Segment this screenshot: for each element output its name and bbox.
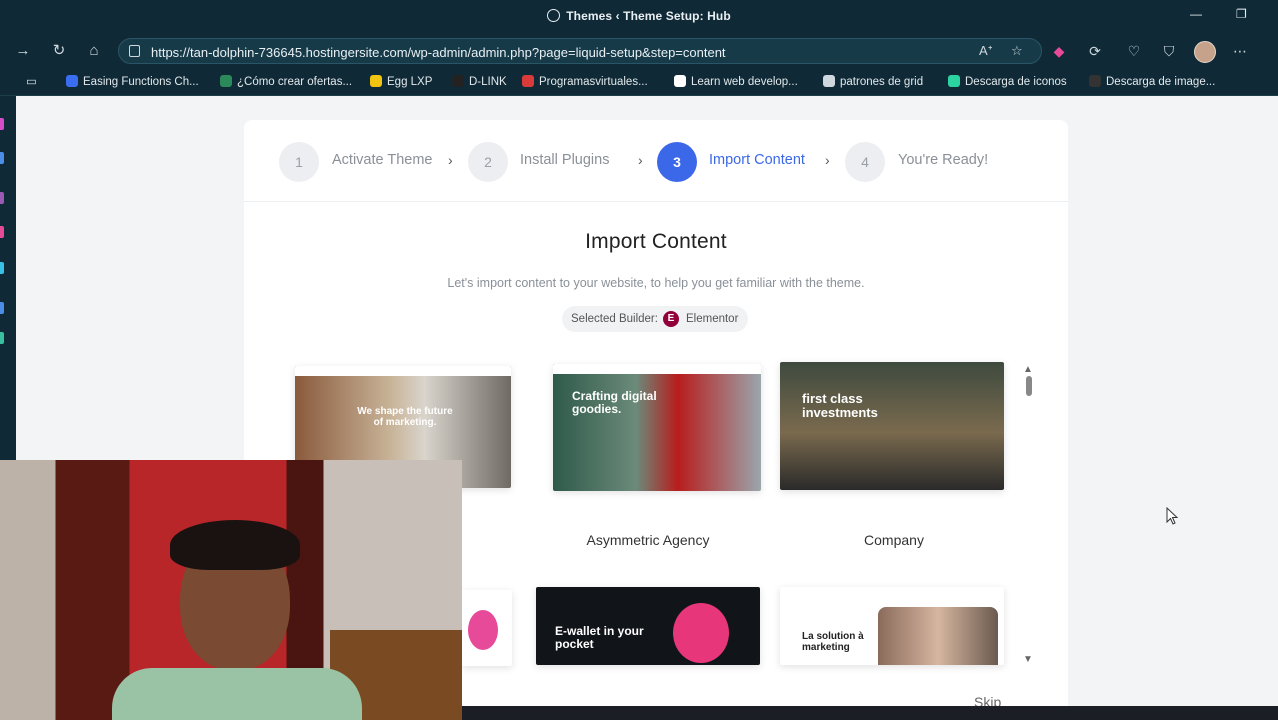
favorite-star-icon[interactable]: ☆ xyxy=(1011,43,1023,59)
scrollbar-thumb[interactable] xyxy=(1026,376,1032,396)
bookmark-favicon-icon xyxy=(674,75,686,87)
step-1-label[interactable]: Activate Theme xyxy=(332,152,432,168)
demo-thumbnail[interactable] xyxy=(462,590,512,666)
side-panel-strip xyxy=(0,96,16,460)
bookmark-item[interactable]: Learn web develop... xyxy=(674,75,798,88)
url-bar[interactable]: https://tan-dolphin-736645.hostingersite… xyxy=(118,38,1042,64)
globe-icon xyxy=(547,9,561,22)
bookmark-label: ¿Cómo crear ofertas... xyxy=(237,76,353,88)
step-2-number[interactable]: 2 xyxy=(468,142,508,182)
step-1-number[interactable]: 1 xyxy=(279,142,319,182)
page-title: Import Content xyxy=(585,230,727,253)
demo-headline: We shape the future of marketing. xyxy=(357,406,453,428)
browser-title-bar: Themes ‹ Theme Setup: Hub — ❐ xyxy=(0,0,1278,34)
reload-icon[interactable]: ↻ xyxy=(50,42,68,60)
chevron-right-icon: › xyxy=(638,152,643,168)
bookmark-item[interactable]: Descarga de image... xyxy=(1089,75,1215,88)
builder-label: Selected Builder: xyxy=(571,313,658,325)
extensions-icon[interactable]: ⟳ xyxy=(1086,42,1104,60)
demo-headline: E-wallet in your pocket xyxy=(555,624,644,652)
extension-shield-icon[interactable]: ◆ xyxy=(1050,42,1068,60)
forward-icon[interactable]: → xyxy=(14,42,32,60)
bookmark-favicon-icon xyxy=(823,75,835,87)
bookmark-favicon-icon xyxy=(1089,75,1101,87)
demo-thumbnail[interactable]: Crafting digital goodies. xyxy=(553,364,761,491)
bookmark-item[interactable]: Easing Functions Ch... xyxy=(66,75,199,88)
demo-headline: first class investments xyxy=(802,391,878,421)
webcam-overlay xyxy=(0,460,462,720)
selected-builder-badge: Selected Builder: E Elementor xyxy=(562,306,748,332)
bookmark-label: Easing Functions Ch... xyxy=(83,76,199,88)
person-hair xyxy=(170,520,300,570)
lock-icon xyxy=(129,45,140,57)
reading-list-icon[interactable]: ▭ xyxy=(26,74,37,88)
demo-thumbnail[interactable]: first class investments xyxy=(780,362,1004,490)
step-4-number[interactable]: 4 xyxy=(845,142,885,182)
window-title: Themes ‹ Theme Setup: Hub xyxy=(0,9,1278,23)
demo-name[interactable]: Company xyxy=(799,532,989,548)
demo-name[interactable]: Asymmetric Agency xyxy=(553,532,743,548)
bookmark-favicon-icon xyxy=(522,75,534,87)
wizard-steps: 1 Activate Theme › 2 Install Plugins › 3… xyxy=(244,120,1068,202)
step-3-number[interactable]: 3 xyxy=(657,142,697,182)
step-3-label[interactable]: Import Content xyxy=(709,152,805,168)
bookmark-item[interactable]: Programasvirtuales... xyxy=(522,75,648,88)
more-menu-icon[interactable]: ⋯ xyxy=(1231,42,1249,60)
bookmark-item[interactable]: patrones de grid xyxy=(823,75,923,88)
bookmark-favicon-icon xyxy=(452,75,464,87)
bookmark-item[interactable]: Egg LXP xyxy=(370,75,432,88)
scroll-down-icon[interactable]: ▼ xyxy=(1023,654,1033,665)
demo-headline: La solution à marketing xyxy=(802,631,864,653)
bookmark-item[interactable]: D-LINK xyxy=(452,75,507,88)
home-icon[interactable]: ⌂ xyxy=(85,42,103,60)
wallet-graphic xyxy=(673,603,729,663)
demo-photo xyxy=(878,607,998,665)
bookmark-label: Descarga de image... xyxy=(1106,76,1216,88)
builder-value: Elementor xyxy=(686,313,739,325)
bookmark-favicon-icon xyxy=(66,75,78,87)
step-2-label[interactable]: Install Plugins xyxy=(520,152,609,168)
bookmark-label: Learn web develop... xyxy=(691,76,798,88)
demo-thumbnail[interactable]: E-wallet in your pocket xyxy=(536,587,760,665)
bookmark-item[interactable]: Descarga de iconos xyxy=(948,75,1067,88)
bookmark-item[interactable]: ¿Cómo crear ofertas... xyxy=(220,75,352,88)
chevron-right-icon: › xyxy=(825,152,830,168)
bookmark-label: Egg LXP xyxy=(387,76,433,88)
minimize-button[interactable]: — xyxy=(1190,7,1202,21)
profile-avatar[interactable] xyxy=(1194,41,1216,63)
browser-essentials-icon[interactable]: ⛉ xyxy=(1160,42,1178,60)
elementor-icon: E xyxy=(663,311,679,327)
bookmark-label: Programasvirtuales... xyxy=(539,76,648,88)
person-shirt xyxy=(112,668,362,720)
url-text: https://tan-dolphin-736645.hostingersite… xyxy=(151,45,726,60)
demo-headline: Crafting digital goodies. xyxy=(572,389,657,417)
bookmark-label: Descarga de iconos xyxy=(965,76,1067,88)
read-aloud-icon[interactable]: Aᐩ xyxy=(979,43,993,59)
bookmark-favicon-icon xyxy=(370,75,382,87)
scroll-up-icon[interactable]: ▲ xyxy=(1023,364,1033,375)
step-4-label[interactable]: You're Ready! xyxy=(898,152,988,168)
page-subtitle: Let's import content to your website, to… xyxy=(447,276,865,290)
bookmark-favicon-icon xyxy=(220,75,232,87)
chevron-right-icon: › xyxy=(448,152,453,168)
demo-thumbnail[interactable]: La solution à marketing xyxy=(780,587,1004,665)
bookmark-favicon-icon xyxy=(948,75,960,87)
mouse-cursor xyxy=(1166,506,1179,525)
taskbar xyxy=(462,706,1278,720)
bookmark-label: D-LINK xyxy=(469,76,507,88)
restore-button[interactable]: ❐ xyxy=(1236,7,1247,21)
health-icon[interactable]: ♡ xyxy=(1125,42,1143,60)
bookmark-label: patrones de grid xyxy=(840,76,924,88)
